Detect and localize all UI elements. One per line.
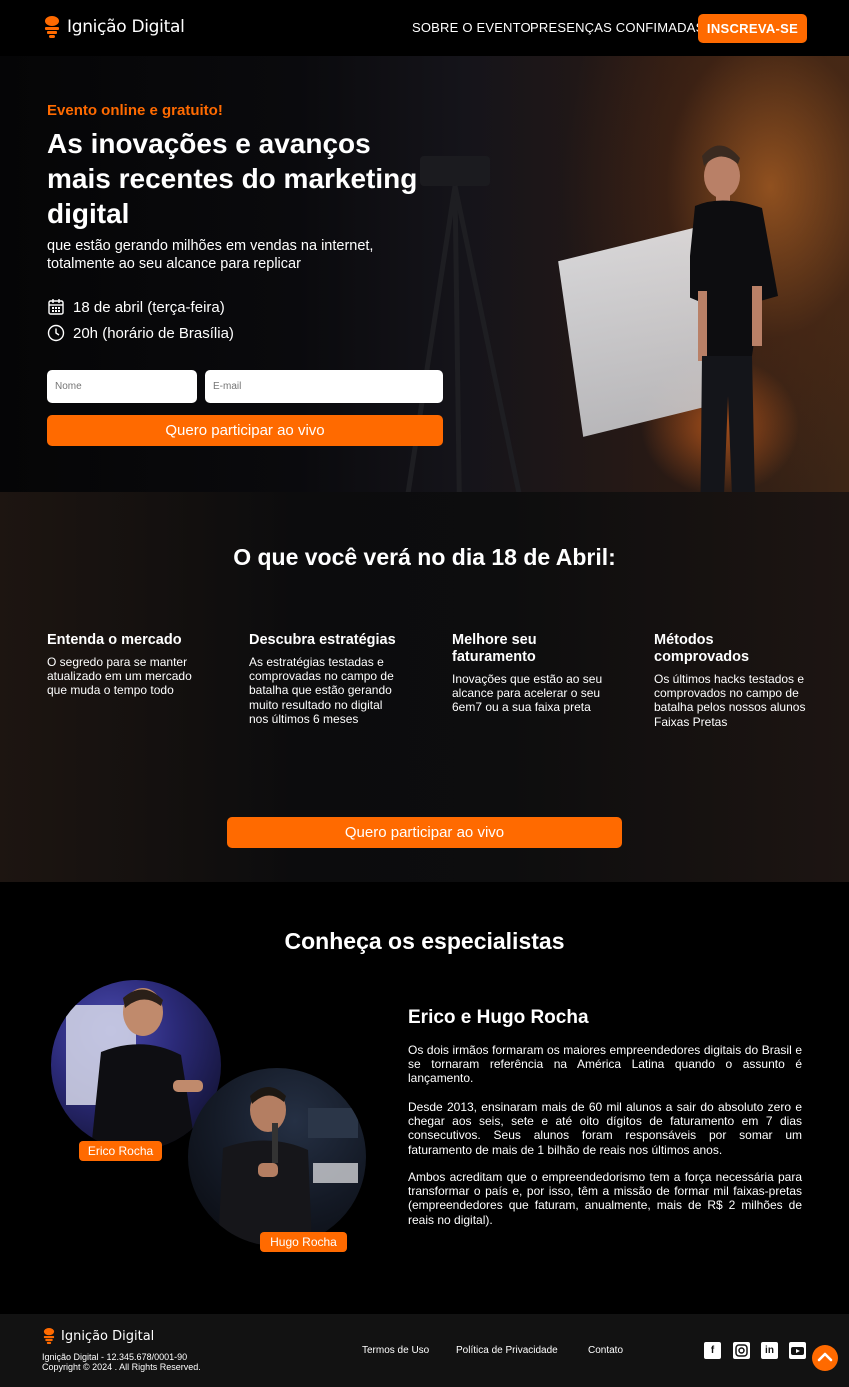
footer-copyright: Copyright © 2024 . All Rights Reserved. — [42, 1362, 201, 1372]
footer-brand-name: Ignição Digital — [61, 1328, 155, 1344]
feature-text: As estratégias testadas e comprovadas no… — [249, 655, 394, 726]
speaker-photo — [690, 145, 778, 492]
footer-company-line: Ignição Digital - 12.345.678/0001-90 — [42, 1352, 188, 1362]
event-time-text: 20h (horário de Brasília) — [73, 324, 234, 342]
hugo-name-tag: Hugo Rocha — [260, 1232, 347, 1252]
calendar-icon — [48, 299, 64, 315]
hero-tagline: Evento online e gratuito! — [47, 102, 223, 119]
feature-card: Melhore seu faturamento Inovações que es… — [452, 632, 607, 715]
instagram-glyph — [735, 1344, 748, 1357]
erico-name-tag: Erico Rocha — [79, 1141, 162, 1161]
brand-logo[interactable]: Ignição Digital — [44, 16, 185, 38]
footer-logo[interactable]: Ignição Digital — [43, 1328, 154, 1344]
site-header: Ignição Digital SOBRE O EVENTO PRESENÇAS… — [0, 0, 849, 56]
feature-card: Entenda o mercado O segredo para se mant… — [47, 632, 202, 698]
features-title: O que você verá no dia 18 de Abril: — [233, 544, 616, 570]
feature-card: Descubra estratégias As estratégias test… — [249, 632, 404, 726]
linkedin-icon[interactable]: in — [761, 1342, 778, 1359]
scroll-to-top-button[interactable] — [812, 1345, 838, 1371]
participate-button[interactable]: Quero participar ao vivo — [47, 415, 443, 446]
specialists-paragraph: Ambos acreditam que o empreendedorismo t… — [408, 1170, 802, 1227]
email-input[interactable] — [205, 370, 443, 403]
rocket-logo-icon — [45, 16, 59, 38]
participate-button-2[interactable]: Quero participar ao vivo — [227, 817, 622, 848]
specialists-heading: Erico e Hugo Rocha — [408, 1007, 589, 1028]
feature-text: O segredo para se manter atualizado em u… — [47, 655, 192, 698]
facebook-icon[interactable]: f — [704, 1342, 721, 1359]
rocket-logo-icon — [43, 1328, 55, 1344]
nav-presencas-confirmadas[interactable]: PRESENÇAS CONFIMADAS — [530, 20, 704, 35]
instagram-icon[interactable] — [733, 1342, 750, 1359]
footer-link-privacidade[interactable]: Política de Privacidade — [456, 1345, 558, 1356]
feature-title: Melhore seu faturamento — [452, 632, 537, 665]
event-date-text: 18 de abril (terça-feira) — [73, 298, 225, 316]
youtube-glyph — [791, 1347, 804, 1355]
hero-subtitle: que estão gerando milhões em vendas na i… — [47, 238, 374, 272]
feature-text: Os últimos hacks testados e comprovados … — [654, 672, 806, 729]
event-time: 20h (horário de Brasília) — [47, 324, 234, 342]
hugo-photo — [188, 1068, 366, 1246]
feature-title: Métodos comprovados — [654, 632, 750, 665]
feature-card: Métodos comprovados Os últimos hacks tes… — [654, 632, 809, 729]
specialists-title: Conheça os especialistas — [284, 928, 565, 954]
hero-title: As inovações e avanços mais recentes do … — [47, 128, 418, 229]
event-date: 18 de abril (terça-feira) — [47, 298, 225, 316]
name-input[interactable] — [47, 370, 197, 403]
feature-title: Descubra estratégias — [249, 632, 396, 648]
specialists-paragraph: Desde 2013, ensinaram mais de 60 mil alu… — [408, 1100, 802, 1157]
feature-title: Entenda o mercado — [47, 632, 182, 648]
brand-name: Ignição Digital — [67, 17, 185, 37]
feature-text: Inovações que estão ao seu alcance para … — [452, 672, 603, 715]
nav-sobre-o-evento[interactable]: SOBRE O EVENTO — [412, 20, 531, 35]
hugo-portrait-image — [218, 1087, 358, 1246]
inscreva-se-button[interactable]: INSCREVA-SE — [698, 14, 807, 43]
footer-link-contato[interactable]: Contato — [588, 1345, 623, 1356]
youtube-icon[interactable] — [789, 1342, 806, 1359]
chevron-up-icon — [817, 1352, 833, 1362]
clock-icon — [47, 324, 65, 342]
footer-link-termos[interactable]: Termos de Uso — [362, 1345, 429, 1356]
specialists-paragraph: Os dois irmãos formaram os maiores empre… — [408, 1043, 802, 1086]
